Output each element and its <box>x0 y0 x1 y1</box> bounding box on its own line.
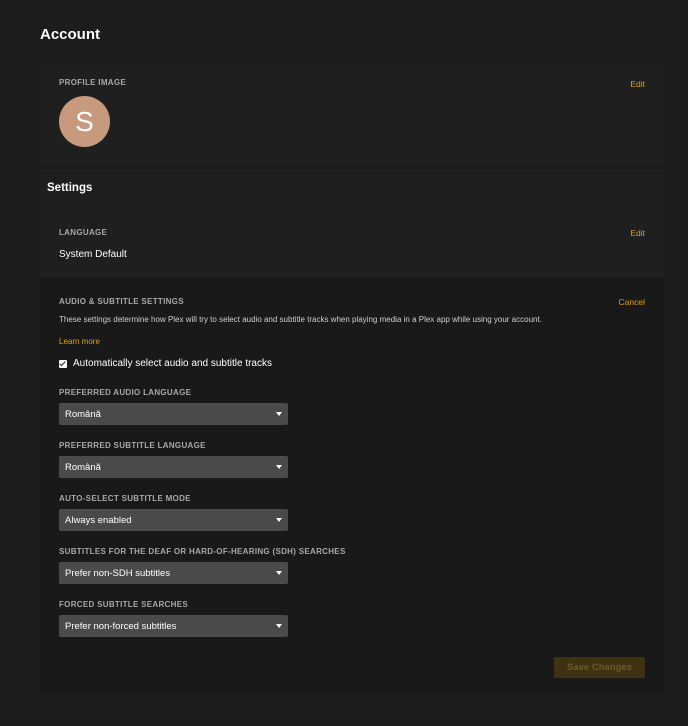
sdh-searches-select[interactable]: Prefer non-SDH subtitles <box>59 562 288 584</box>
auto-select-subtitle-mode-label: Auto-Select Subtitle Mode <box>59 494 191 503</box>
chevron-down-icon <box>276 412 282 416</box>
profile-image-label: Profile Image <box>59 78 127 87</box>
page-title: Account <box>40 26 100 43</box>
settings-title: Settings <box>47 182 93 194</box>
language-value: System Default <box>59 249 127 260</box>
select-value: Prefer non-forced subtitles <box>65 621 177 632</box>
chevron-down-icon <box>276 624 282 628</box>
audio-description: These settings determine how Plex will t… <box>59 315 542 324</box>
select-value: Română <box>65 462 101 473</box>
audio-subtitle-label: Audio & Subtitle Settings <box>59 297 184 306</box>
preferred-audio-language-label: Preferred Audio Language <box>59 388 192 397</box>
sdh-searches-label: Subtitles for the Deaf or Hard-of-Hearin… <box>59 547 346 556</box>
language-label: Language <box>59 228 108 237</box>
preferred-subtitle-language-select[interactable]: Română <box>59 456 288 478</box>
chevron-down-icon <box>276 465 282 469</box>
auto-select-row[interactable]: Automatically select audio and subtitle … <box>59 358 272 369</box>
forced-subtitle-searches-label: Forced Subtitle Searches <box>59 600 188 609</box>
audio-subtitle-section: Audio & Subtitle Settings Cancel These s… <box>40 278 664 694</box>
preferred-subtitle-language-label: Preferred Subtitle Language <box>59 441 206 450</box>
language-edit-link[interactable]: Edit <box>630 228 645 238</box>
select-value: Română <box>65 409 101 420</box>
chevron-down-icon <box>276 518 282 522</box>
settings-header: Settings <box>40 170 664 209</box>
select-value: Prefer non-SDH subtitles <box>65 568 171 579</box>
auto-select-label: Automatically select audio and subtitle … <box>73 358 272 369</box>
chevron-down-icon <box>276 571 282 575</box>
profile-card: Profile Image Edit S <box>40 64 664 166</box>
auto-select-checkbox[interactable] <box>59 359 67 368</box>
select-value: Always enabled <box>65 515 132 526</box>
auto-select-subtitle-mode-select[interactable]: Always enabled <box>59 509 288 531</box>
preferred-audio-language-select[interactable]: Română <box>59 403 288 425</box>
learn-more-link[interactable]: Learn more <box>59 337 100 346</box>
forced-subtitle-searches-select[interactable]: Prefer non-forced subtitles <box>59 615 288 637</box>
language-section: Language Edit System Default <box>40 209 664 277</box>
audio-cancel-link[interactable]: Cancel <box>619 297 645 307</box>
profile-edit-link[interactable]: Edit <box>630 79 645 89</box>
save-changes-button[interactable]: Save Changes <box>554 657 645 678</box>
avatar[interactable]: S <box>59 96 110 147</box>
